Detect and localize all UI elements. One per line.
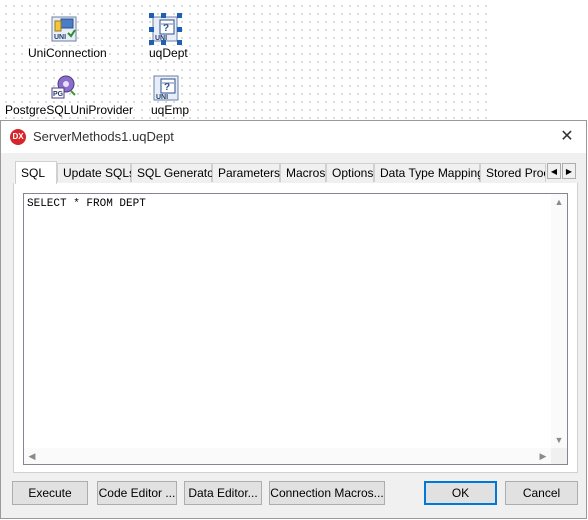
uni-query-icon: ? UNI	[152, 16, 178, 42]
uni-query-icon: ? UNI	[153, 75, 179, 101]
uni-connection-icon: UNI	[51, 16, 77, 42]
form-designer-canvas[interactable]: UNI UniConnection ? UNI uqDept PG Postgr…	[0, 0, 488, 124]
selection-handle[interactable]	[149, 40, 154, 45]
connection-macros-button[interactable]: Connection Macros...	[269, 481, 385, 505]
component-label: uqEmp	[150, 103, 191, 117]
tab-strip: SQL Update SQLs SQL Generator Parameters…	[13, 161, 578, 184]
scroll-right-icon[interactable]: ▶	[535, 448, 551, 464]
selection-handle[interactable]	[161, 13, 166, 18]
svg-text:UNI: UNI	[54, 34, 66, 41]
data-editor-button[interactable]: Data Editor...	[184, 481, 262, 505]
scroll-left-icon[interactable]: ◀	[24, 448, 40, 464]
execute-button[interactable]: Execute	[12, 481, 88, 505]
tab-update-sqls[interactable]: Update SQLs	[57, 163, 135, 182]
scroll-down-icon[interactable]: ▼	[551, 432, 567, 448]
title-bar[interactable]: DX ServerMethods1.uqDept ✕	[1, 121, 586, 153]
component-uqdept[interactable]: ? UNI uqDept	[140, 0, 200, 64]
cancel-button[interactable]: Cancel	[505, 481, 578, 505]
tab-data-type-mapping[interactable]: Data Type Mapping	[374, 163, 484, 182]
selection-handle[interactable]	[149, 13, 154, 18]
close-icon[interactable]: ✕	[556, 126, 578, 148]
tab-sql-generator[interactable]: SQL Generator	[131, 163, 218, 182]
selection-handle[interactable]	[149, 27, 154, 32]
selection-handle[interactable]	[177, 40, 182, 45]
component-label: UniConnection	[27, 46, 108, 60]
dialog-title: ServerMethods1.uqDept	[33, 129, 174, 144]
component-label: PostgreSQLUniProvider	[4, 103, 135, 117]
tab-options[interactable]: Options	[326, 163, 374, 182]
sql-text[interactable]: SELECT * FROM DEPT	[27, 198, 146, 210]
tab-sql[interactable]: SQL	[15, 161, 57, 184]
scroll-up-icon[interactable]: ▲	[551, 194, 567, 210]
selection-handle[interactable]	[177, 13, 182, 18]
svg-text:?: ?	[163, 23, 169, 34]
component-uqemp[interactable]: ? UNI uqEmp	[140, 70, 200, 120]
component-postgresqluniprovider[interactable]: PG PostgreSQLUniProvider	[0, 70, 135, 120]
tab-parameters[interactable]: Parameters	[212, 163, 280, 182]
tab-macros[interactable]: Macros	[280, 163, 326, 182]
query-editor-dialog: DX ServerMethods1.uqDept ✕ SQL Update SQ…	[0, 120, 587, 519]
svg-text:PG: PG	[53, 91, 64, 98]
ok-button[interactable]: OK	[424, 481, 497, 505]
tab-scroll-right-button[interactable]: ▶	[562, 163, 576, 179]
horizontal-scrollbar[interactable]: ◀ ▶	[24, 448, 551, 464]
tab-scroll-left-button[interactable]: ◀	[547, 163, 561, 179]
svg-text:UNI: UNI	[156, 94, 168, 101]
tab-stored-proc[interactable]: Stored Proc	[480, 163, 546, 182]
pg-provider-icon: PG	[51, 73, 77, 99]
sql-tab-page: SELECT * FROM DEPT ▲ ▼ ◀ ▶	[13, 183, 578, 473]
svg-text:?: ?	[164, 82, 170, 93]
selection-handle[interactable]	[177, 27, 182, 32]
vertical-scrollbar[interactable]: ▲ ▼	[551, 194, 567, 448]
sql-editor[interactable]: SELECT * FROM DEPT ▲ ▼ ◀ ▶	[23, 193, 568, 465]
selection-handle[interactable]	[161, 40, 166, 45]
scrollbar-corner	[551, 448, 567, 464]
code-editor-button[interactable]: Code Editor ...	[97, 481, 177, 505]
component-label: uqDept	[148, 46, 189, 60]
devexpress-logo-icon: DX	[10, 129, 26, 145]
component-uniconnection[interactable]: UNI UniConnection	[0, 0, 130, 64]
